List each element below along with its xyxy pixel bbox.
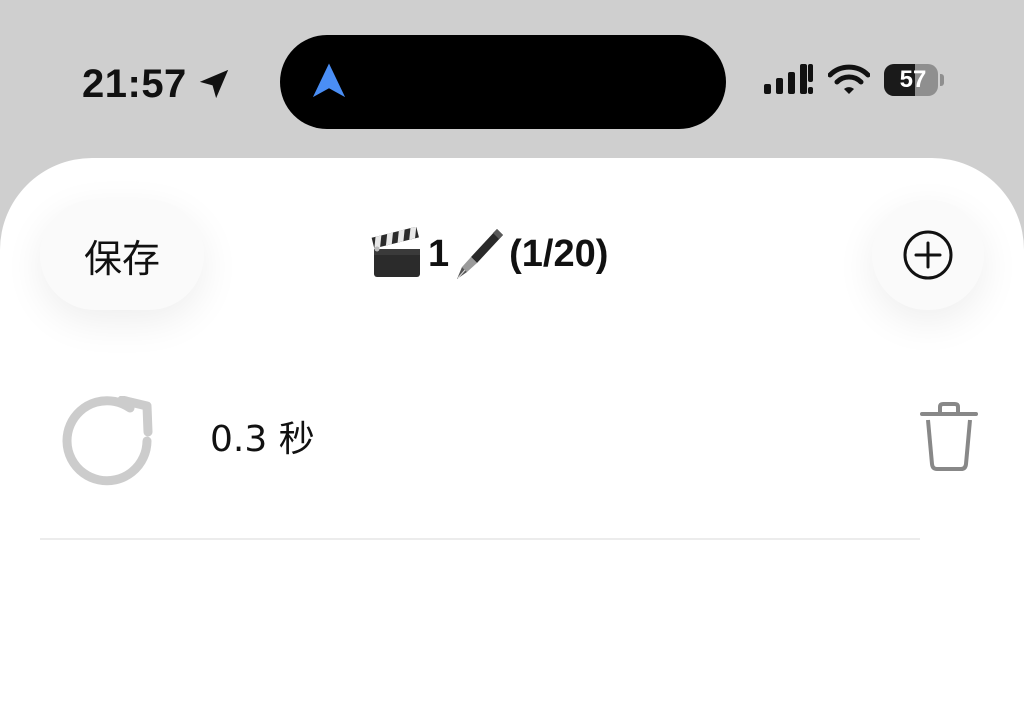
clock-group: 21:57 bbox=[82, 60, 231, 108]
editor-sheet: 保存 1 (1/20) 0.3 秒 bbox=[0, 158, 1024, 722]
refresh-icon[interactable] bbox=[52, 396, 158, 486]
navigation-arrow-icon bbox=[312, 63, 346, 98]
plus-circle-icon bbox=[903, 230, 953, 280]
dynamic-island[interactable] bbox=[280, 35, 726, 129]
toolbar: 保存 1 (1/20) bbox=[0, 158, 1024, 358]
status-indicators: 57 bbox=[764, 62, 944, 98]
title-number: 1 bbox=[428, 232, 450, 275]
list-item[interactable]: 0.3 秒 bbox=[40, 388, 980, 492]
wifi-icon bbox=[828, 64, 870, 94]
status-bar: 21:57 57 bbox=[0, 0, 1024, 158]
duration-label: 0.3 秒 bbox=[210, 419, 315, 460]
app-screen: 21:57 57 保存 1 (1/20) 0.3 秒 bbox=[0, 0, 1024, 722]
title-count: (1/20) bbox=[509, 232, 609, 275]
battery-cap bbox=[940, 74, 944, 86]
battery-icon: 57 bbox=[884, 63, 944, 97]
toolbar-title: 1 (1/20) bbox=[370, 224, 670, 284]
status-time: 21:57 bbox=[82, 62, 187, 106]
fountain-pen-icon bbox=[457, 229, 504, 279]
trash-icon[interactable] bbox=[918, 402, 980, 472]
clapper-board-icon bbox=[371, 227, 420, 277]
battery-body: 57 bbox=[884, 64, 939, 96]
battery-percent: 57 bbox=[899, 66, 927, 93]
location-arrow-icon bbox=[199, 69, 228, 99]
add-button[interactable] bbox=[872, 200, 984, 310]
cellular-signal-icon bbox=[764, 64, 813, 94]
divider bbox=[40, 538, 920, 540]
save-button[interactable]: 保存 bbox=[40, 200, 204, 310]
